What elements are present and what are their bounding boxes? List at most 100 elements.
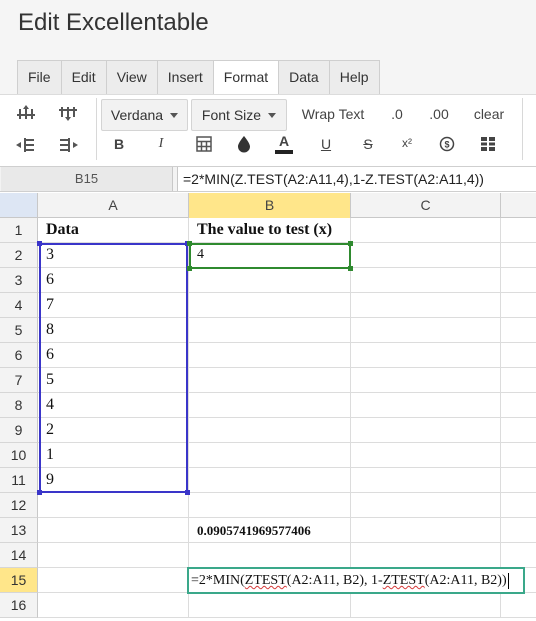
- row-header[interactable]: 11: [0, 468, 38, 493]
- underline-button[interactable]: U: [315, 133, 337, 155]
- cell-b8[interactable]: [189, 393, 351, 418]
- insert-column-left-icon[interactable]: [14, 134, 38, 156]
- row-header[interactable]: 5: [0, 318, 38, 343]
- cell-a4[interactable]: 7: [38, 293, 189, 318]
- cell-a12[interactable]: [38, 493, 189, 518]
- cell-b1[interactable]: The value to test (x): [189, 218, 351, 243]
- cell-d6[interactable]: [501, 343, 536, 368]
- row-header[interactable]: 1: [0, 218, 38, 243]
- cell-d2[interactable]: [501, 243, 536, 268]
- cell-c9[interactable]: [351, 418, 501, 443]
- cell-d7[interactable]: [501, 368, 536, 393]
- cell-d16[interactable]: [501, 593, 536, 618]
- cell-d5[interactable]: [501, 318, 536, 343]
- row-header[interactable]: 12: [0, 493, 38, 518]
- column-header-a[interactable]: A: [38, 193, 189, 218]
- menu-format[interactable]: Format: [213, 61, 280, 94]
- cell-a13[interactable]: [38, 518, 189, 543]
- cell-reference-box[interactable]: B15: [1, 167, 173, 191]
- row-header[interactable]: 2: [0, 243, 38, 268]
- cell-c5[interactable]: [351, 318, 501, 343]
- row-header[interactable]: 7: [0, 368, 38, 393]
- insert-row-above-icon[interactable]: [14, 102, 38, 124]
- range-handle[interactable]: [37, 241, 42, 246]
- cell-d14[interactable]: [501, 543, 536, 568]
- cell-a11[interactable]: 9: [38, 468, 189, 493]
- cell-a7[interactable]: 5: [38, 368, 189, 393]
- cell-d13[interactable]: [501, 518, 536, 543]
- row-header[interactable]: 6: [0, 343, 38, 368]
- cell-b2[interactable]: 4: [189, 243, 351, 268]
- row-header[interactable]: 13: [0, 518, 38, 543]
- cell-a10[interactable]: 1: [38, 443, 189, 468]
- insert-column-right-icon[interactable]: [56, 134, 80, 156]
- cell-c3[interactable]: [351, 268, 501, 293]
- menu-help[interactable]: Help: [330, 61, 379, 94]
- formula-input[interactable]: =2*MIN(Z.TEST(A2:A11,4),1-Z.TEST(A2:A11,…: [177, 167, 536, 191]
- cell-c6[interactable]: [351, 343, 501, 368]
- cell-b6[interactable]: [189, 343, 351, 368]
- row-header[interactable]: 16: [0, 593, 38, 618]
- strikethrough-button[interactable]: S: [357, 133, 379, 155]
- select-all-corner[interactable]: [0, 193, 38, 218]
- cell-b11[interactable]: [189, 468, 351, 493]
- currency-icon[interactable]: $: [436, 133, 458, 155]
- cell-c7[interactable]: [351, 368, 501, 393]
- cell-d10[interactable]: [501, 443, 536, 468]
- row-header[interactable]: 3: [0, 268, 38, 293]
- row-header[interactable]: 14: [0, 543, 38, 568]
- menu-insert[interactable]: Insert: [158, 61, 214, 94]
- cell-a1[interactable]: Data: [38, 218, 189, 243]
- row-header[interactable]: 8: [0, 393, 38, 418]
- cell-a16[interactable]: [38, 593, 189, 618]
- italic-button[interactable]: I: [150, 133, 172, 155]
- cell-d1[interactable]: [501, 218, 536, 243]
- row-header[interactable]: 9: [0, 418, 38, 443]
- cell-c16[interactable]: [351, 593, 501, 618]
- wrap-text-button[interactable]: Wrap Text: [296, 102, 370, 126]
- reference-handle[interactable]: [187, 241, 192, 246]
- cell-c11[interactable]: [351, 468, 501, 493]
- cell-a9[interactable]: 2: [38, 418, 189, 443]
- cell-c4[interactable]: [351, 293, 501, 318]
- bold-button[interactable]: B: [108, 133, 130, 155]
- reference-handle[interactable]: [348, 241, 353, 246]
- range-handle[interactable]: [37, 490, 42, 495]
- menu-view[interactable]: View: [107, 61, 158, 94]
- column-header-b[interactable]: B: [189, 193, 351, 218]
- menu-data[interactable]: Data: [279, 61, 330, 94]
- cell-a3[interactable]: 6: [38, 268, 189, 293]
- cell-d12[interactable]: [501, 493, 536, 518]
- cell-editor-b15[interactable]: =2*MIN(ZTEST(A2:A11, B2), 1-ZTEST(A2:A11…: [187, 567, 525, 594]
- cell-c1[interactable]: [351, 218, 501, 243]
- cell-b12[interactable]: [189, 493, 351, 518]
- cell-b9[interactable]: [189, 418, 351, 443]
- table-format-icon[interactable]: [477, 133, 499, 155]
- range-handle[interactable]: [185, 490, 190, 495]
- reference-handle[interactable]: [348, 266, 353, 271]
- cell-b13[interactable]: 0.0905741969577406: [189, 518, 351, 543]
- menu-file[interactable]: File: [18, 61, 62, 94]
- cell-c12[interactable]: [351, 493, 501, 518]
- font-size-dropdown[interactable]: Font Size: [191, 99, 287, 131]
- borders-icon[interactable]: [193, 133, 215, 155]
- cell-c2[interactable]: [351, 243, 501, 268]
- reference-handle[interactable]: [187, 266, 192, 271]
- fill-color-icon[interactable]: [233, 133, 255, 155]
- cell-c13[interactable]: [351, 518, 501, 543]
- cell-c8[interactable]: [351, 393, 501, 418]
- cell-b16[interactable]: [189, 593, 351, 618]
- increase-decimal-button[interactable]: .00: [424, 102, 454, 126]
- cell-b4[interactable]: [189, 293, 351, 318]
- cell-c14[interactable]: [351, 543, 501, 568]
- font-family-dropdown[interactable]: Verdana: [101, 99, 188, 131]
- cell-b7[interactable]: [189, 368, 351, 393]
- row-header[interactable]: 10: [0, 443, 38, 468]
- cell-d3[interactable]: [501, 268, 536, 293]
- cell-b10[interactable]: [189, 443, 351, 468]
- column-header-c[interactable]: C: [351, 193, 501, 218]
- insert-row-below-icon[interactable]: [56, 102, 80, 124]
- cell-a8[interactable]: 4: [38, 393, 189, 418]
- cell-d11[interactable]: [501, 468, 536, 493]
- clear-button[interactable]: clear: [470, 102, 508, 126]
